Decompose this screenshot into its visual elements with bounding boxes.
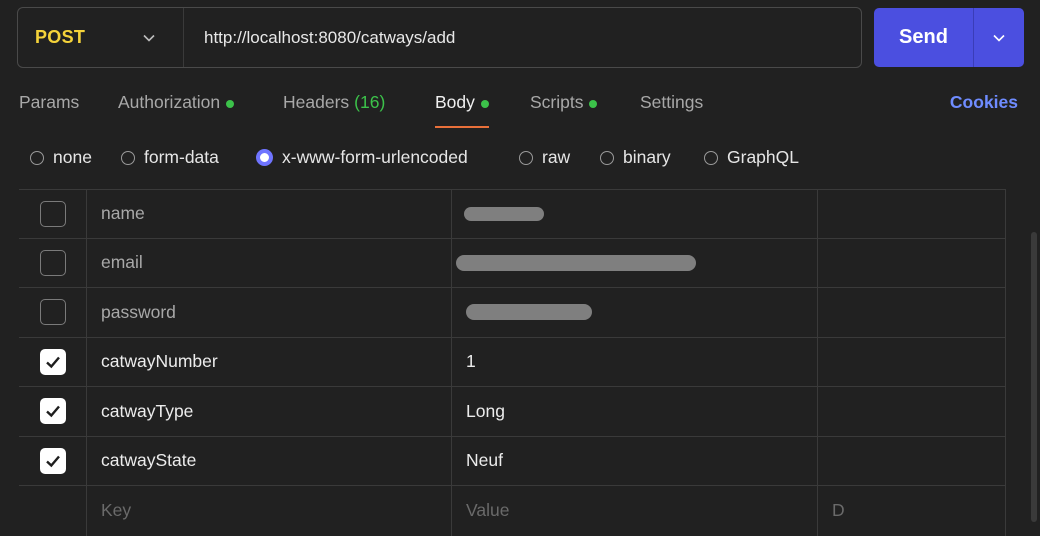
checkbox-cell (19, 238, 87, 287)
checkmark-icon (45, 405, 60, 418)
checkmark-icon (45, 356, 60, 368)
checkbox-cell (19, 337, 87, 386)
radio-circle-icon (519, 150, 533, 165)
table-row-new: Key Value D (19, 486, 1006, 536)
table-row: password (19, 288, 1006, 338)
redacted-value (464, 206, 544, 221)
row-checkbox[interactable] (39, 348, 66, 375)
tab-headers[interactable]: Headers (16) (283, 92, 385, 128)
method-selector[interactable]: POST (18, 8, 184, 67)
description-cell[interactable] (818, 337, 1006, 386)
key-cell[interactable]: password (87, 288, 452, 337)
value-cell[interactable]: 1 (452, 337, 818, 386)
description-cell[interactable] (818, 436, 1006, 485)
tab-body[interactable]: Body (435, 92, 489, 128)
checkbox-cell (19, 190, 87, 238)
send-options-button[interactable] (974, 8, 1024, 67)
value-cell[interactable] (452, 238, 818, 287)
tab-label: Params (19, 92, 80, 112)
chevron-down-icon (143, 34, 155, 42)
table-row: catwayState Neuf (19, 436, 1006, 486)
tab-scripts[interactable]: Scripts (530, 92, 598, 128)
description-cell[interactable] (818, 288, 1006, 337)
value-cell[interactable] (452, 288, 818, 337)
key-cell[interactable]: catwayState (87, 436, 452, 485)
table-row: catwayType Long (19, 387, 1006, 437)
radio-none[interactable]: none (30, 147, 92, 168)
checkbox-cell (19, 387, 87, 436)
row-checkbox[interactable] (39, 200, 66, 227)
key-cell[interactable]: catwayType (87, 387, 452, 436)
radio-circle-icon (121, 150, 135, 165)
radio-circle-icon (600, 150, 614, 165)
radio-label: none (53, 147, 92, 167)
key-placeholder[interactable]: Key (87, 486, 452, 536)
table-row: catwayNumber 1 (19, 337, 1006, 387)
radio-binary[interactable]: binary (600, 147, 671, 168)
request-bar: POST http://localhost:8080/catways/add (17, 7, 862, 68)
request-tabs: Params Authorization Headers (16) Body S… (19, 92, 1019, 128)
value-cell[interactable]: Long (452, 387, 818, 436)
tab-settings[interactable]: Settings (640, 92, 703, 128)
description-cell[interactable] (818, 238, 1006, 287)
row-checkbox[interactable] (39, 249, 66, 276)
description-cell[interactable] (818, 387, 1006, 436)
send-button[interactable]: Send (874, 8, 974, 67)
checkbox-cell (19, 288, 87, 337)
tab-label: Scripts (530, 92, 584, 112)
method-label: POST (35, 27, 86, 47)
radio-label: x-www-form-urlencoded (282, 147, 468, 167)
key-cell[interactable]: catwayNumber (87, 337, 452, 386)
tab-label: Authorization (118, 92, 221, 112)
radio-circle-icon (30, 150, 44, 165)
row-checkbox[interactable] (39, 398, 66, 425)
row-checkbox[interactable] (39, 447, 66, 474)
status-dot-icon (480, 100, 489, 108)
value-placeholder[interactable]: Value (452, 486, 818, 536)
radio-graphql[interactable]: GraphQL (704, 147, 799, 168)
status-dot-icon (226, 100, 235, 108)
form-params-table: name email password catwayNumber 1 catwa… (19, 189, 1006, 536)
radio-label: GraphQL (727, 147, 799, 167)
table-row: email (19, 238, 1006, 288)
headers-count: (16) (354, 92, 386, 112)
row-checkbox[interactable] (39, 299, 66, 326)
description-cell[interactable] (818, 190, 1006, 238)
tab-authorization[interactable]: Authorization (118, 92, 235, 128)
cookies-link[interactable]: Cookies (950, 92, 1018, 113)
tab-label: Body (435, 92, 475, 112)
redacted-value (456, 254, 696, 271)
description-placeholder[interactable]: D (818, 486, 1006, 536)
url-input[interactable]: http://localhost:8080/catways/add (184, 28, 455, 48)
radio-selected-icon (256, 149, 273, 166)
status-dot-icon (589, 100, 598, 108)
checkbox-cell (19, 486, 87, 536)
checkbox-cell (19, 436, 87, 485)
tab-params[interactable]: Params (19, 92, 79, 128)
radio-x-www-form-urlencoded[interactable]: x-www-form-urlencoded (256, 147, 468, 168)
send-button-group: Send (874, 8, 1024, 67)
radio-label: binary (623, 147, 671, 167)
key-cell[interactable]: email (87, 238, 452, 287)
key-cell[interactable]: name (87, 190, 452, 238)
scrollbar[interactable] (1031, 232, 1037, 522)
value-cell[interactable]: Neuf (452, 436, 818, 485)
checkmark-icon (45, 455, 60, 467)
radio-label: form-data (144, 147, 219, 167)
radio-form-data[interactable]: form-data (121, 147, 219, 168)
tab-label: Headers (283, 92, 350, 112)
tab-label: Settings (640, 92, 704, 112)
value-cell[interactable] (452, 190, 818, 238)
radio-raw[interactable]: raw (519, 147, 570, 168)
radio-label: raw (542, 147, 571, 167)
table-row: name (19, 189, 1006, 239)
radio-circle-icon (704, 150, 718, 165)
chevron-down-icon (993, 34, 1005, 42)
redacted-value (466, 304, 592, 321)
